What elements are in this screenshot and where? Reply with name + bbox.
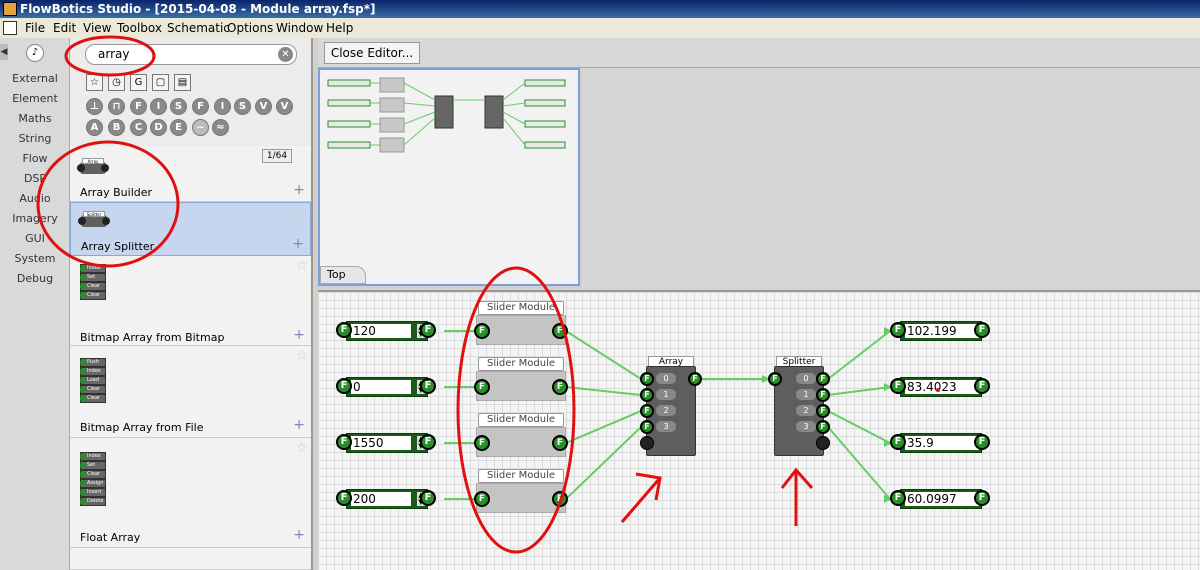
- search-highlight-circle: [64, 35, 156, 77]
- toolbox-highlight-circle: [36, 140, 180, 268]
- slider-highlight-circle: [456, 266, 576, 554]
- array-arrow: [620, 472, 662, 523]
- splitter-arrow: [780, 467, 814, 526]
- annotation-layer: [36, 35, 940, 554]
- red-dot: [936, 388, 940, 392]
